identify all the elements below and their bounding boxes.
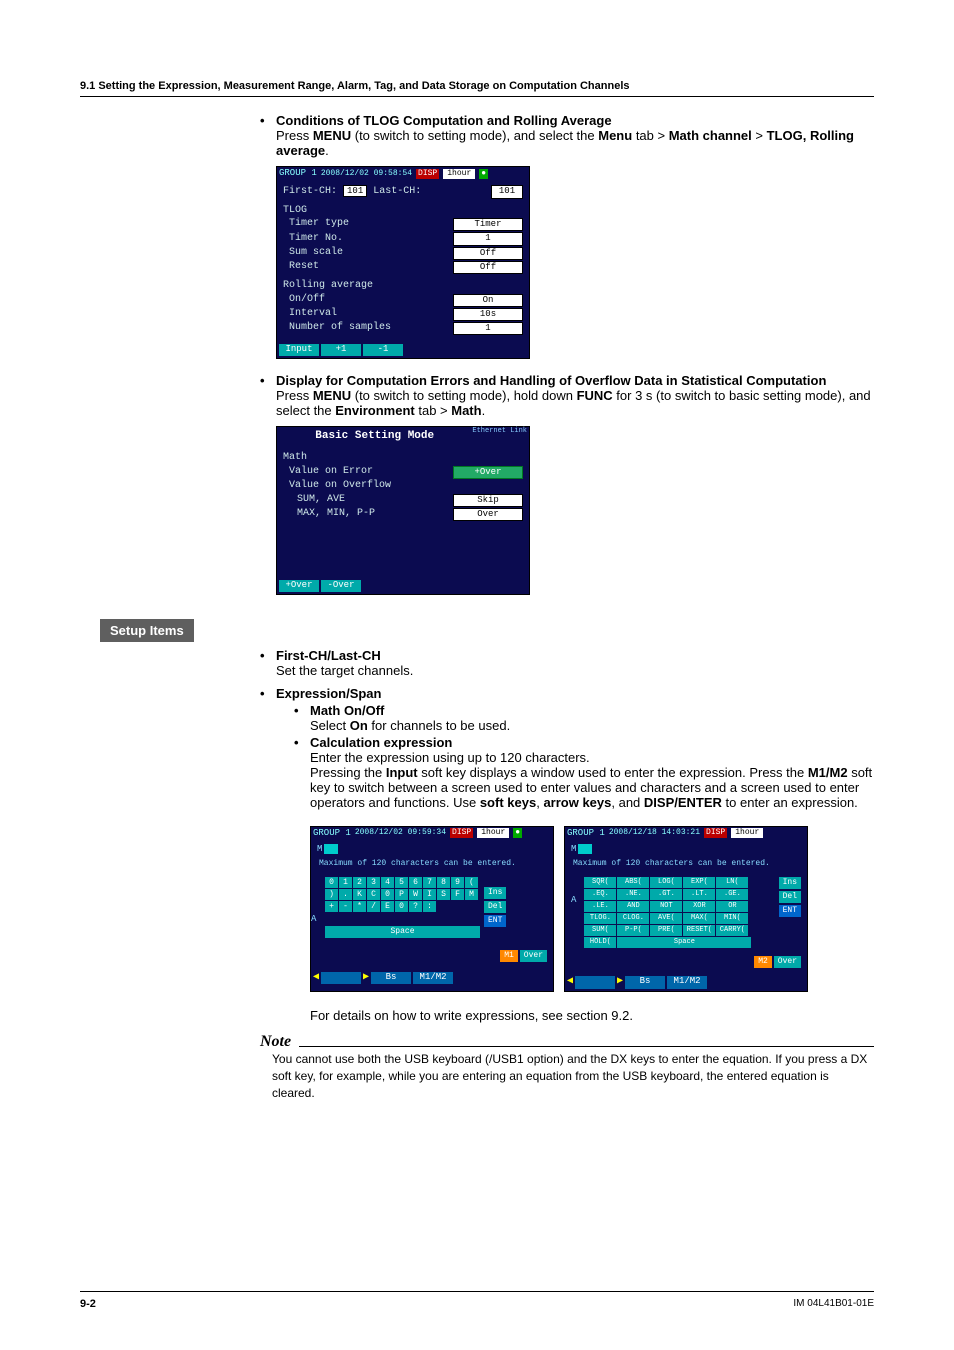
si1-title: First-CH/Last-CH — [276, 648, 874, 663]
si2-title: Expression/Span — [276, 686, 874, 701]
setup-items-label: Setup Items — [100, 619, 194, 642]
note-body: You cannot use both the USB keyboard (/U… — [272, 1051, 874, 1103]
math-onoff-body: Select On for channels to be used. — [310, 718, 874, 733]
bullet-dot: • — [260, 113, 268, 371]
note-rule — [299, 1036, 874, 1047]
post-expr-text: For details on how to write expressions,… — [310, 1008, 874, 1023]
calc-expr-body1: Enter the expression using up to 120 cha… — [310, 750, 874, 765]
note-title: Note — [260, 1033, 291, 1051]
page-number: 9-2 — [80, 1298, 96, 1310]
screenshot-tlog: GROUP 1 2008/12/02 09:58:54 DISP 1hour ●… — [276, 166, 530, 359]
math-onoff-title: Math On/Off — [310, 703, 874, 718]
si1-body: Set the target channels. — [276, 663, 874, 678]
screenshot-expr-funcs: GROUP 1 2008/12/18 14:03:21 DISP 1hour M… — [564, 826, 808, 992]
s2-paragraph: Press MENU (to switch to setting mode), … — [276, 388, 874, 418]
bullet-dot: • — [260, 686, 268, 1023]
running-header: 9.1 Setting the Expression, Measurement … — [80, 80, 874, 97]
s1-paragraph: Press MENU (to switch to setting mode), … — [276, 128, 874, 158]
s2-title: Display for Computation Errors and Handl… — [276, 373, 874, 388]
bullet-dot: • — [260, 373, 268, 607]
s1-title: Conditions of TLOG Computation and Rolli… — [276, 113, 874, 128]
screenshot-basic-setting: Ethernet Link Basic Setting Mode Math Va… — [276, 426, 530, 595]
doc-id: IM 04L41B01-01E — [793, 1298, 874, 1310]
calc-expr-title: Calculation expression — [310, 735, 874, 750]
calc-expr-body2: Pressing the Input soft key displays a w… — [310, 765, 874, 810]
bullet-dot: • — [260, 648, 268, 678]
screenshot-expr-chars: GROUP 1 2008/12/02 09:59:34 DISP 1hour ●… — [310, 826, 554, 992]
